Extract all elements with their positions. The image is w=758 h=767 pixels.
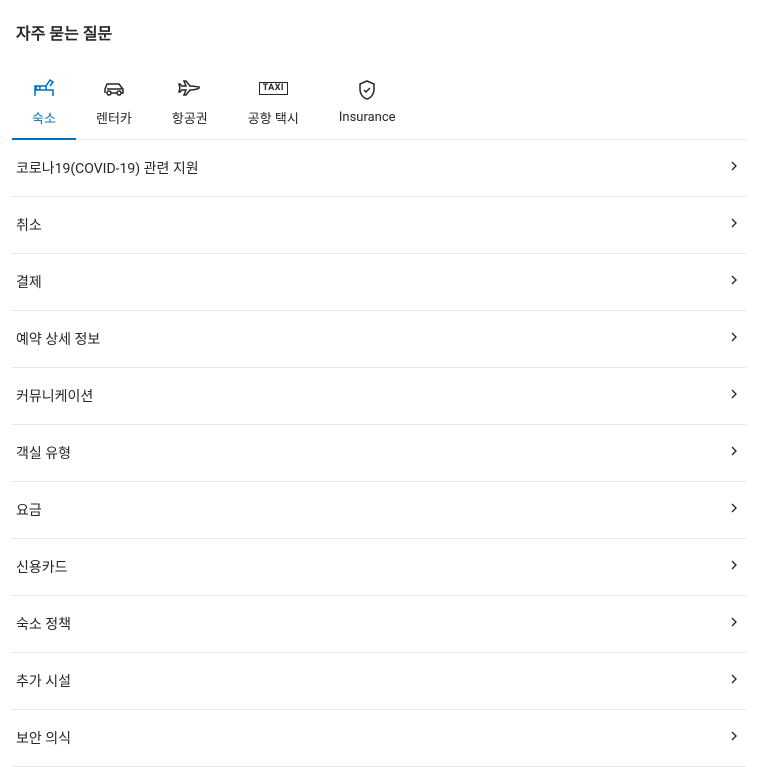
faq-item-communication[interactable]: 커뮤니케이션 (12, 368, 746, 425)
tabs-container: 숙소 렌터카 항공권 TAXI 공항 택시 Insurance (12, 68, 746, 140)
faq-item-room-type[interactable]: 객실 유형 (12, 425, 746, 482)
faq-item-security[interactable]: 보안 의식 (12, 710, 746, 767)
faq-list: 코로나19(COVID-19) 관련 지원 취소 결제 예약 상세 정보 커뮤니 (12, 140, 746, 767)
faq-item-price[interactable]: 요금 (12, 482, 746, 539)
faq-label: 추가 시설 (16, 671, 71, 691)
faq-label: 요금 (16, 500, 42, 520)
chevron-right-icon (726, 215, 742, 235)
tab-accommodation[interactable]: 숙소 (12, 68, 76, 139)
faq-item-covid[interactable]: 코로나19(COVID-19) 관련 지원 (12, 140, 746, 197)
faq-item-payment[interactable]: 결제 (12, 254, 746, 311)
chevron-right-icon (726, 158, 742, 178)
faq-item-extra-facilities[interactable]: 추가 시설 (12, 653, 746, 710)
faq-label: 결제 (16, 272, 42, 292)
chevron-right-icon (726, 272, 742, 292)
shield-icon (355, 78, 379, 102)
faq-item-credit-card[interactable]: 신용카드 (12, 539, 746, 596)
tab-flights[interactable]: 항공권 (152, 68, 228, 139)
page-title: 자주 묻는 질문 (12, 20, 746, 44)
plane-icon (178, 76, 202, 100)
tab-airport-taxi[interactable]: TAXI 공항 택시 (228, 68, 319, 139)
bed-icon (32, 76, 56, 100)
chevron-right-icon (726, 614, 742, 634)
chevron-right-icon (726, 671, 742, 691)
chevron-right-icon (726, 500, 742, 520)
tab-label: 숙소 (32, 108, 56, 127)
tab-label: 공항 택시 (248, 108, 299, 127)
faq-item-cancel[interactable]: 취소 (12, 197, 746, 254)
chevron-right-icon (726, 728, 742, 748)
faq-label: 코로나19(COVID-19) 관련 지원 (16, 158, 199, 178)
car-icon (102, 76, 126, 100)
faq-label: 예약 상세 정보 (16, 329, 100, 349)
faq-item-property-policy[interactable]: 숙소 정책 (12, 596, 746, 653)
tab-label: Insurance (339, 110, 396, 125)
faq-item-booking-details[interactable]: 예약 상세 정보 (12, 311, 746, 368)
faq-label: 커뮤니케이션 (16, 386, 93, 406)
taxi-icon: TAXI (259, 76, 289, 100)
faq-label: 객실 유형 (16, 443, 71, 463)
chevron-right-icon (726, 329, 742, 349)
tab-insurance[interactable]: Insurance (319, 68, 416, 139)
tab-label: 항공권 (172, 108, 208, 127)
faq-label: 보안 의식 (16, 728, 71, 748)
chevron-right-icon (726, 443, 742, 463)
chevron-right-icon (726, 386, 742, 406)
faq-label: 신용카드 (16, 557, 68, 577)
tab-label: 렌터카 (96, 108, 132, 127)
chevron-right-icon (726, 557, 742, 577)
tab-car-rental[interactable]: 렌터카 (76, 68, 152, 139)
faq-label: 취소 (16, 215, 42, 235)
faq-label: 숙소 정책 (16, 614, 71, 634)
